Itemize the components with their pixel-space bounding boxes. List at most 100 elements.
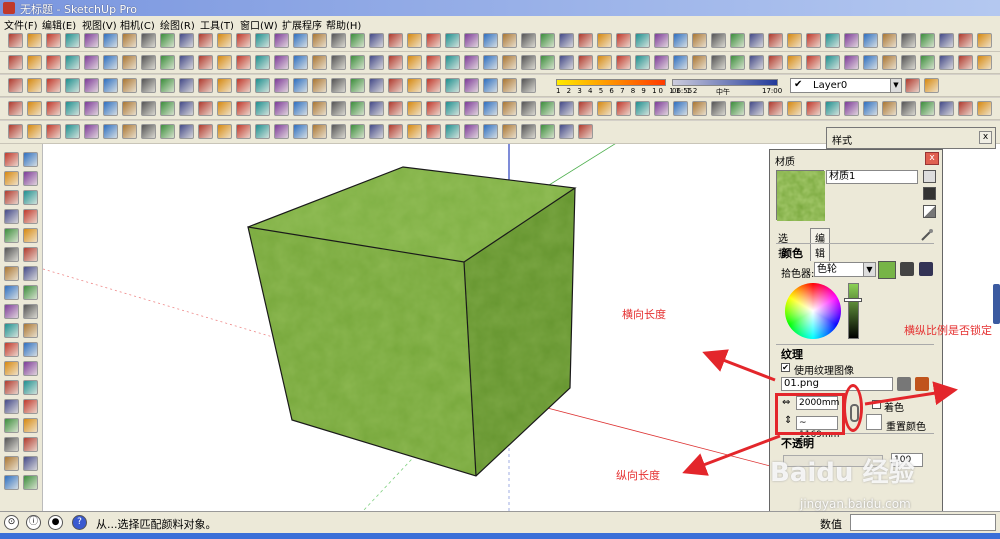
tool-icon[interactable] — [369, 33, 384, 48]
tool-icon[interactable] — [920, 101, 935, 116]
tool-icon[interactable] — [4, 304, 19, 319]
tool-icon[interactable] — [464, 124, 479, 139]
tool-icon[interactable] — [8, 101, 23, 116]
tool-icon[interactable] — [274, 78, 289, 93]
tool-icon[interactable] — [46, 124, 61, 139]
close-icon[interactable]: x — [979, 131, 992, 144]
color-swatch[interactable] — [878, 261, 896, 279]
tool-icon[interactable] — [825, 101, 840, 116]
tool-icon[interactable] — [331, 101, 346, 116]
tool-icon[interactable] — [787, 55, 802, 70]
tool-icon[interactable] — [350, 55, 365, 70]
tool-icon[interactable] — [768, 101, 783, 116]
tool-icon[interactable] — [65, 101, 80, 116]
tool-icon[interactable] — [4, 247, 19, 262]
tool-icon[interactable] — [616, 101, 631, 116]
tool-icon[interactable] — [4, 342, 19, 357]
tool-icon[interactable] — [23, 380, 38, 395]
tool-icon[interactable] — [4, 171, 19, 186]
tool-icon[interactable] — [597, 55, 612, 70]
tool-icon[interactable] — [236, 33, 251, 48]
tool-icon[interactable] — [46, 33, 61, 48]
tool-icon[interactable] — [331, 33, 346, 48]
tool-icon[interactable] — [635, 55, 650, 70]
tool-icon[interactable] — [844, 55, 859, 70]
tool-icon[interactable] — [331, 55, 346, 70]
tool-icon[interactable] — [654, 55, 669, 70]
tool-icon[interactable] — [711, 33, 726, 48]
tool-icon[interactable] — [160, 33, 175, 48]
tool-icon[interactable] — [407, 55, 422, 70]
tool-icon[interactable] — [255, 55, 270, 70]
tool-icon[interactable] — [426, 101, 441, 116]
tool-icon[interactable] — [122, 124, 137, 139]
tool-icon[interactable] — [23, 266, 38, 281]
tool-icon[interactable] — [65, 55, 80, 70]
tool-icon[interactable] — [578, 101, 593, 116]
layer-select[interactable]: ✔ Layer0 ▼ — [790, 78, 902, 93]
tool-icon[interactable] — [141, 124, 156, 139]
paint-bucket-icon[interactable] — [900, 262, 914, 276]
tool-icon[interactable] — [521, 33, 536, 48]
tool-icon[interactable] — [559, 55, 574, 70]
tool-icon[interactable] — [103, 124, 118, 139]
tool-icon[interactable] — [4, 323, 19, 338]
tool-icon[interactable] — [160, 55, 175, 70]
browse-folder-icon[interactable] — [897, 377, 911, 391]
tool-icon[interactable] — [407, 33, 422, 48]
tool-icon[interactable] — [23, 152, 38, 167]
use-texture-checkbox[interactable]: ✔ — [781, 363, 790, 372]
tool-icon[interactable] — [103, 55, 118, 70]
tool-icon[interactable] — [23, 342, 38, 357]
tool-icon[interactable] — [27, 124, 42, 139]
tool-icon[interactable] — [65, 78, 80, 93]
display-secondary-icon[interactable] — [923, 170, 936, 183]
picker-select[interactable]: 色轮 ▼ — [814, 262, 876, 277]
tool-icon[interactable] — [673, 33, 688, 48]
tool-icon[interactable] — [23, 399, 38, 414]
texture-file-input[interactable]: 01.png — [781, 377, 893, 391]
tool-icon[interactable] — [255, 101, 270, 116]
tool-icon[interactable] — [4, 361, 19, 376]
tool-icon[interactable] — [806, 55, 821, 70]
tool-icon[interactable] — [122, 55, 137, 70]
tool-icon[interactable] — [958, 55, 973, 70]
tool-icon[interactable] — [901, 33, 916, 48]
tool-icon[interactable] — [977, 33, 992, 48]
tool-icon[interactable] — [616, 55, 631, 70]
tool-icon[interactable] — [350, 33, 365, 48]
tool-icon[interactable] — [616, 33, 631, 48]
tool-icon[interactable] — [749, 33, 764, 48]
tool-icon[interactable] — [426, 78, 441, 93]
tool-icon[interactable] — [369, 124, 384, 139]
tool-icon[interactable] — [445, 55, 460, 70]
tool-icon[interactable] — [863, 33, 878, 48]
tool-icon[interactable] — [274, 124, 289, 139]
tool-icon[interactable] — [483, 33, 498, 48]
tool-icon[interactable] — [141, 101, 156, 116]
tool-icon[interactable] — [236, 124, 251, 139]
tool-icon[interactable] — [483, 101, 498, 116]
tool-icon[interactable] — [445, 78, 460, 93]
tool-icon[interactable] — [23, 437, 38, 452]
tool-icon[interactable] — [502, 55, 517, 70]
tool-icon[interactable] — [787, 101, 802, 116]
tool-icon[interactable] — [673, 101, 688, 116]
tool-icon[interactable] — [977, 101, 992, 116]
brightness-slider[interactable] — [848, 283, 859, 339]
tool-icon[interactable] — [84, 124, 99, 139]
close-icon[interactable]: x — [925, 152, 939, 165]
tool-icon[interactable] — [882, 55, 897, 70]
tool-icon[interactable] — [179, 33, 194, 48]
tool-icon[interactable] — [4, 152, 19, 167]
colorize-checkbox[interactable] — [872, 400, 881, 409]
tool-icon[interactable] — [407, 124, 422, 139]
tool-icon[interactable] — [464, 101, 479, 116]
tool-icon[interactable] — [198, 78, 213, 93]
tool-icon[interactable] — [901, 101, 916, 116]
brightness-slider-knob[interactable] — [844, 298, 862, 302]
tool-icon[interactable] — [559, 101, 574, 116]
tool-icon[interactable] — [445, 101, 460, 116]
tool-icon[interactable] — [4, 380, 19, 395]
tool-icon[interactable] — [730, 55, 745, 70]
